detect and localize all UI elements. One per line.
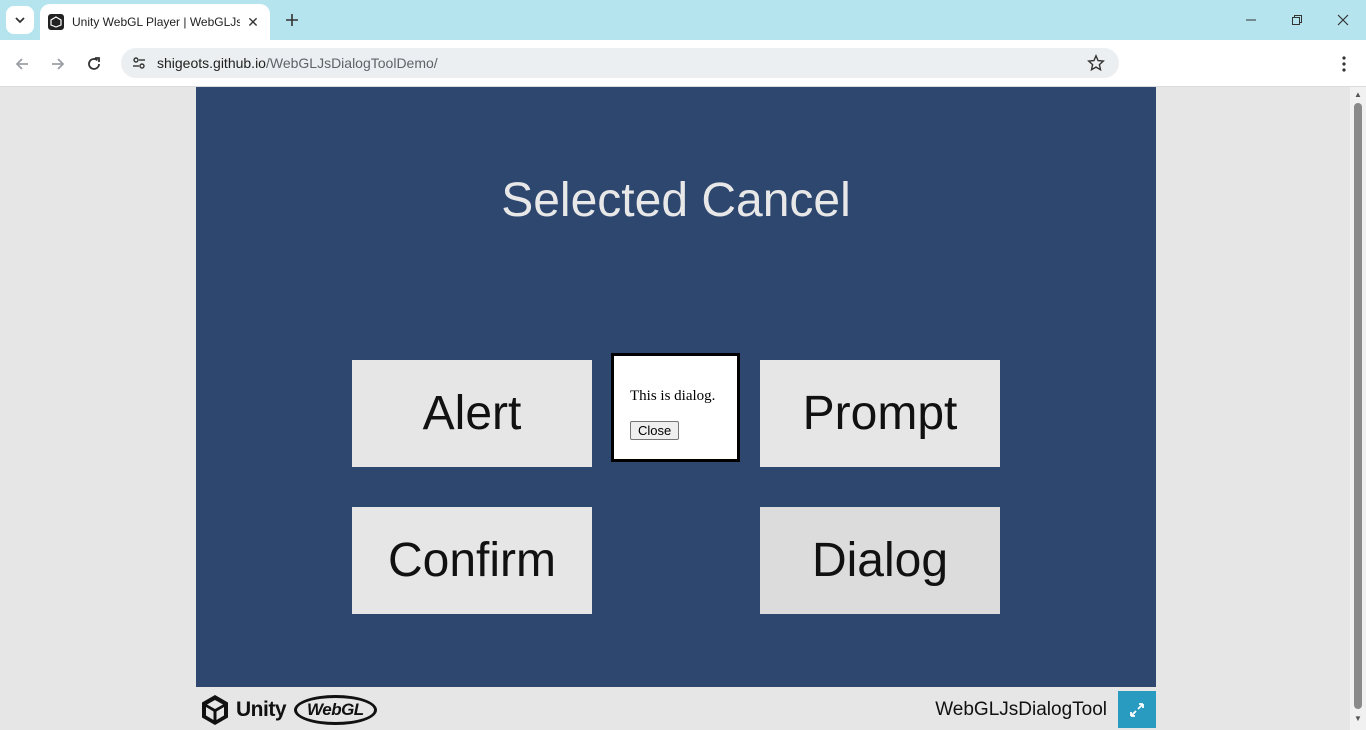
arrow-right-icon [52, 58, 65, 70]
plus-icon [286, 14, 298, 26]
browser-tab[interactable]: Unity WebGL Player | WebGLJsDialogTool ✕ [40, 4, 270, 40]
reload-button[interactable] [80, 50, 108, 78]
dialog-box: This is dialog. Close [611, 353, 740, 462]
kebab-menu-icon [1342, 56, 1346, 72]
site-info-icon[interactable] [125, 51, 153, 75]
restore-button[interactable] [1274, 0, 1320, 40]
browser-menu-button[interactable] [1332, 50, 1356, 78]
scroll-thumb[interactable] [1354, 103, 1362, 709]
chevron-down-icon [15, 17, 25, 24]
footer-title: WebGLJsDialogTool [935, 699, 1107, 720]
dialog-message: This is dialog. [630, 388, 716, 404]
page-scrollbar[interactable]: ▲ ▼ [1350, 87, 1366, 730]
arrow-left-icon [15, 58, 28, 70]
unity-footer: Unity WebGL WebGLJsDialogTool [196, 687, 1156, 730]
scroll-down-icon[interactable]: ▼ [1354, 715, 1362, 723]
tab-strip: Unity WebGL Player | WebGLJsDialogTool ✕ [0, 0, 1366, 40]
fullscreen-button[interactable] [1118, 691, 1156, 728]
webgl-label: WebGL [294, 695, 377, 725]
unity-canvas[interactable]: Selected Cancel Alert Prompt Confirm Dia… [196, 87, 1156, 687]
fullscreen-icon [1130, 702, 1144, 717]
unity-webgl-logo: Unity WebGL [200, 694, 377, 726]
bookmark-star-icon[interactable] [1087, 54, 1105, 72]
tab-title: Unity WebGL Player | WebGLJsDialogTool [72, 15, 240, 29]
alert-button[interactable]: Alert [352, 360, 592, 467]
page-title: Selected Cancel [501, 174, 851, 227]
new-tab-button[interactable] [280, 8, 304, 32]
unity-favicon-icon [48, 14, 64, 30]
close-icon [1337, 14, 1349, 26]
tab-search-button[interactable] [6, 6, 34, 34]
dialog-close-button[interactable]: Close [630, 421, 680, 440]
url-host: shigeots.github.io [157, 55, 266, 71]
unity-cube-icon [202, 695, 228, 725]
close-icon[interactable]: ✕ [244, 14, 262, 31]
restore-icon [1292, 15, 1302, 25]
confirm-button[interactable]: Confirm [352, 507, 592, 614]
address-bar[interactable]: shigeots.github.io/WebGLJsDialogToolDemo… [121, 48, 1119, 78]
url-text: shigeots.github.io/WebGLJsDialogToolDemo… [157, 55, 438, 71]
url-path: /WebGLJsDialogToolDemo/ [265, 55, 438, 71]
forward-button[interactable] [44, 50, 72, 78]
unity-label: Unity [236, 698, 287, 721]
close-window-button[interactable] [1320, 0, 1366, 40]
dialog-button[interactable]: Dialog [760, 507, 1000, 614]
back-button[interactable] [8, 50, 36, 78]
minimize-icon [1246, 19, 1256, 21]
browser-toolbar: shigeots.github.io/WebGLJsDialogToolDemo… [0, 40, 1366, 87]
prompt-button[interactable]: Prompt [760, 360, 1000, 467]
minimize-button[interactable] [1228, 0, 1274, 40]
scroll-up-icon[interactable]: ▲ [1354, 91, 1362, 99]
reload-icon [88, 57, 100, 70]
page-body: Selected Cancel Alert Prompt Confirm Dia… [0, 87, 1350, 730]
